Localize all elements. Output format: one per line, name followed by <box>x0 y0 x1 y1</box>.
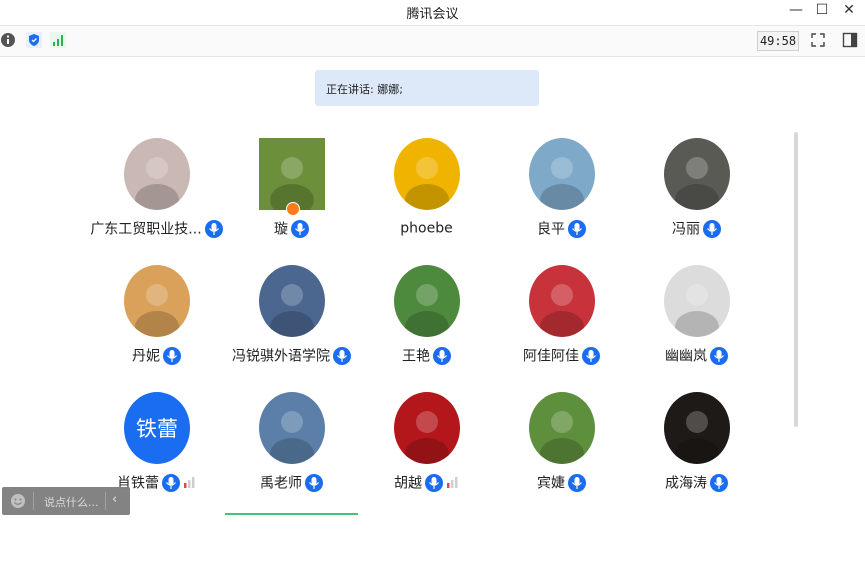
chat-input[interactable]: 说点什么... <box>44 494 99 510</box>
participant-tile[interactable]: 幽幽岚 <box>629 265 764 385</box>
participant-name: 广东工贸职业技... <box>90 221 202 238</box>
close-icon[interactable]: ✕ <box>839 2 859 20</box>
signal-icon[interactable] <box>50 32 66 48</box>
participant-name: 宾婕 <box>537 475 565 492</box>
participant-name-row: 丹妮 <box>89 345 224 367</box>
avatar <box>259 265 325 337</box>
participant-name-row: 胡越 <box>359 472 494 494</box>
avatar <box>529 138 595 210</box>
chevron-left-icon[interactable]: ‹ <box>112 492 117 507</box>
chat-bar[interactable]: 说点什么... ‹ <box>2 487 130 515</box>
sidebar-toggle-icon[interactable] <box>842 32 858 48</box>
chat-divider <box>33 492 34 510</box>
microphone-icon[interactable] <box>703 219 721 238</box>
avatar <box>394 265 460 337</box>
avatar <box>259 392 325 464</box>
participant-name-row: 冯锐骐外语学院 <box>224 345 359 367</box>
participant-name-row: 广东工贸职业技... <box>89 218 224 240</box>
speaking-indicator: 正在讲话: 娜娜; <box>315 70 539 106</box>
grid-scrollbar[interactable] <box>794 132 798 427</box>
chat-divider <box>105 492 106 510</box>
participant-name-row: 阿佳阿佳 <box>494 345 629 367</box>
participant-name-row: 璇 <box>224 218 359 240</box>
participant-tile[interactable]: 冯丽 <box>629 138 764 258</box>
svg-text:铁蕾: 铁蕾 <box>136 417 178 441</box>
microphone-icon[interactable] <box>163 346 181 365</box>
avatar <box>529 392 595 464</box>
participant-name-row: 幽幽岚 <box>629 345 764 367</box>
avatar <box>664 138 730 210</box>
participant-name-row: phoebe <box>359 218 494 240</box>
avatar <box>529 265 595 337</box>
microphone-icon[interactable] <box>433 346 451 365</box>
avatar: 铁蕾 <box>124 392 190 464</box>
microphone-icon[interactable] <box>425 473 443 492</box>
window-title: 腾讯会议 <box>406 7 459 22</box>
participant-tile[interactable]: 丹妮 <box>89 265 224 385</box>
network-signal-icon <box>447 473 459 492</box>
microphone-icon[interactable] <box>710 473 728 492</box>
participant-name: 幽幽岚 <box>665 348 707 365</box>
participant-tile[interactable]: 冯锐骐外语学院 <box>224 265 359 385</box>
participant-name-row: 冯丽 <box>629 218 764 240</box>
info-icon[interactable] <box>0 32 16 48</box>
avatar <box>394 138 460 210</box>
participant-name: 成海涛 <box>665 475 707 492</box>
avatar <box>259 138 325 210</box>
participant-name: phoebe <box>400 220 453 237</box>
active-speaker-underline <box>225 513 358 515</box>
microphone-icon[interactable] <box>204 219 223 238</box>
microphone-icon[interactable] <box>710 346 728 365</box>
avatar <box>664 265 730 337</box>
avatar <box>124 138 190 210</box>
maximize-icon[interactable]: ☐ <box>812 2 832 20</box>
participant-tile[interactable]: 成海涛 <box>629 392 764 512</box>
participant-name-row: 禹老师 <box>224 472 359 494</box>
participant-tile[interactable]: 王艳 <box>359 265 494 385</box>
avatar <box>394 392 460 464</box>
meeting-timer: 49:58 <box>757 31 799 51</box>
host-badge-icon <box>286 202 300 216</box>
microphone-icon[interactable] <box>568 473 586 492</box>
avatar <box>664 392 730 464</box>
shield-icon[interactable] <box>26 32 42 48</box>
avatar <box>124 265 190 337</box>
participant-name-row: 宾婕 <box>494 472 629 494</box>
participant-name: 冯锐骐外语学院 <box>232 348 330 365</box>
participant-tile[interactable]: 阿佳阿佳 <box>494 265 629 385</box>
participant-name: 冯丽 <box>672 221 700 238</box>
fullscreen-icon[interactable] <box>810 32 826 48</box>
participant-name: 阿佳阿佳 <box>523 348 579 365</box>
participant-name: 良平 <box>537 221 565 238</box>
microphone-icon[interactable] <box>291 219 309 238</box>
speaking-text: 正在讲话: 娜娜; <box>326 83 403 96</box>
participant-tile[interactable]: phoebe <box>359 138 494 258</box>
minimize-icon[interactable]: — <box>786 2 806 20</box>
participant-tile[interactable]: 禹老师 <box>224 392 359 512</box>
participant-tile[interactable]: 良平 <box>494 138 629 258</box>
meeting-toolbar: 49:58 <box>0 25 865 57</box>
participant-tile[interactable]: 胡越 <box>359 392 494 512</box>
participant-name-row: 成海涛 <box>629 472 764 494</box>
network-signal-icon <box>184 473 196 492</box>
participant-name-row: 王艳 <box>359 345 494 367</box>
participant-name-row: 良平 <box>494 218 629 240</box>
participant-name: 王艳 <box>402 348 430 365</box>
participant-name: 禹老师 <box>260 475 302 492</box>
participant-name: 璇 <box>274 221 288 238</box>
microphone-icon[interactable] <box>568 219 586 238</box>
participant-tile[interactable]: 宾婕 <box>494 392 629 512</box>
participant-tile[interactable]: 广东工贸职业技... <box>89 138 224 258</box>
window-titlebar: 腾讯会议 — ☐ ✕ <box>0 0 865 24</box>
participant-tile[interactable]: 璇 <box>224 138 359 258</box>
participant-name: 胡越 <box>394 475 422 492</box>
microphone-icon[interactable] <box>582 346 600 365</box>
participant-name: 丹妮 <box>132 348 160 365</box>
microphone-icon[interactable] <box>162 473 180 492</box>
emoji-icon[interactable] <box>10 493 26 509</box>
microphone-icon[interactable] <box>333 346 351 365</box>
microphone-icon[interactable] <box>305 473 323 492</box>
